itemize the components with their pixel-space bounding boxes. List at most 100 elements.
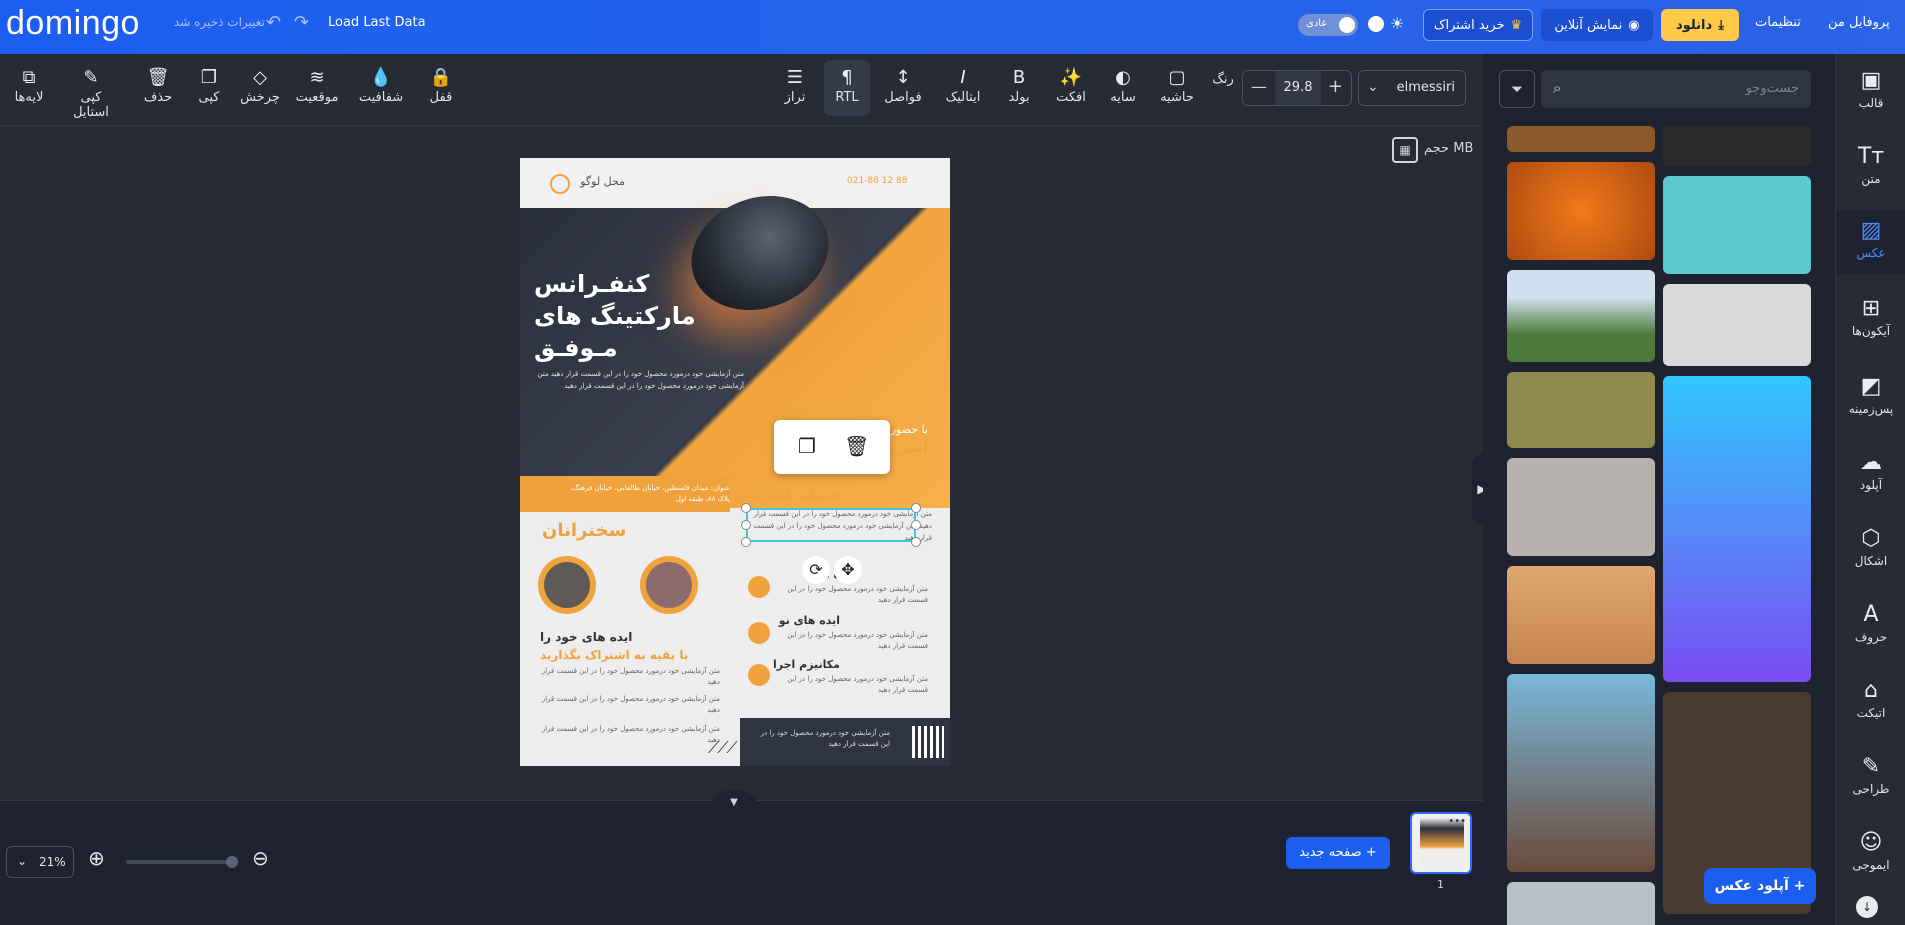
photo-thumbnail[interactable] — [1663, 376, 1811, 682]
poster-speaker-name[interactable]: امیر ع — [886, 440, 928, 456]
photo-thumbnail[interactable] — [1507, 566, 1655, 664]
poster-bullet[interactable]: متن آزمایشی خود درمورد محصول خود را در ا… — [540, 694, 720, 716]
photo-thumbnail[interactable] — [1507, 674, 1655, 872]
sidebar-scroll-down-icon[interactable]: ↓ — [1856, 896, 1878, 918]
poster-ideas-title[interactable]: ایده های خود را — [540, 630, 632, 644]
sidebar-item-shapes[interactable]: ⬡ اشکال — [1836, 524, 1905, 568]
collapse-pages-icon[interactable]: ▼ — [712, 790, 756, 812]
feature-title[interactable]: مکانیزم اجرا — [773, 658, 840, 671]
calculator-icon[interactable]: ▦ — [1392, 137, 1418, 163]
new-page-button[interactable]: صفحه جدید + — [1286, 837, 1390, 869]
poster-services-title[interactable]: خدمات کنفرانس — [735, 488, 840, 503]
tool-copy-style[interactable]: ✎ کپی استایل — [62, 66, 120, 120]
sidebar-item-letters[interactable]: A حروف — [1836, 600, 1905, 644]
tool-italic[interactable]: I ایتالیک — [940, 66, 986, 105]
app-logo[interactable]: domingo — [6, 4, 140, 43]
profile-link[interactable]: پروفایل من — [1828, 15, 1890, 30]
zoom-slider[interactable] — [126, 856, 238, 868]
redo-icon[interactable]: ↷ — [294, 12, 309, 33]
resize-handle[interactable] — [741, 537, 751, 547]
resize-handle[interactable] — [741, 520, 751, 530]
buy-subscription-button[interactable]: خرید اشتراک ♛ — [1423, 9, 1533, 41]
tool-position[interactable]: ≋ موقعیت — [294, 66, 340, 105]
speaker-photo[interactable] — [538, 556, 596, 614]
photo-thumbnail[interactable] — [1507, 882, 1655, 925]
tool-copy[interactable]: ❐ کپی — [186, 66, 232, 105]
poster-speakers-title[interactable]: سخنرانان — [542, 520, 626, 541]
photo-thumbnail[interactable] — [1663, 176, 1811, 274]
sidebar-item-sticker[interactable]: ⌂ اتیکت — [1836, 676, 1905, 720]
sidebar-item-text[interactable]: Tт متن — [1836, 142, 1905, 186]
poster-address[interactable]: عنوان: میدان فلسطین، خیابان طالقانی، خیا… — [558, 483, 730, 505]
feature-text[interactable]: متن آزمایشی خود درمورد محصول خود را در ا… — [778, 674, 928, 696]
page-thumbnail[interactable]: ••• — [1410, 812, 1472, 874]
increase-icon[interactable]: + — [1328, 76, 1343, 97]
poster-logo-text[interactable]: محل لوگو — [580, 175, 625, 188]
selection-box[interactable] — [746, 508, 916, 542]
tool-align[interactable]: ☰ تراز — [772, 66, 818, 105]
poster-with-label[interactable]: با حضور — [891, 423, 928, 436]
poster-join-title[interactable]: با بقیه به اشتراک بگذارید — [540, 648, 688, 662]
photo-thumbnail[interactable] — [1507, 126, 1655, 152]
tool-shadow[interactable]: ◐ سایه — [1100, 66, 1146, 105]
feature-text[interactable]: متن آزمایشی خود درمورد محصول خود را در ا… — [778, 630, 928, 652]
sidebar-item-background[interactable]: ◩ پس‌زمینه — [1836, 372, 1905, 416]
poster-phone[interactable]: 021-88 12 88 — [847, 176, 908, 186]
qr-code[interactable] — [912, 726, 944, 758]
poster-bullet[interactable]: متن آزمایشی خود درمورد محصول خود را در ا… — [540, 724, 720, 746]
resize-handle[interactable] — [911, 537, 921, 547]
sidebar-item-draw[interactable]: ✎ طراحی — [1836, 752, 1905, 796]
sidebar-item-icons[interactable]: ⊞ آیکون‌ها — [1836, 294, 1905, 338]
search-input[interactable]: ⌕ جست‌وجو — [1541, 70, 1811, 108]
tool-rotate[interactable]: ◇ چرخش — [237, 66, 283, 105]
photo-thumbnail[interactable] — [1507, 270, 1655, 362]
font-size-stepper[interactable]: — 29.8 + — [1242, 70, 1352, 106]
tool-border[interactable]: ▢ حاشیه — [1154, 66, 1200, 105]
tool-layers[interactable]: ⧉ لایه‌ها — [6, 66, 52, 105]
poster-title[interactable]: کنفـرانس مارکتینگ های مـوفـق — [534, 268, 734, 364]
font-family-select[interactable]: ⌄ elmessiri — [1358, 70, 1466, 106]
upload-photo-button[interactable]: آپلود عکس + — [1704, 868, 1816, 904]
settings-link[interactable]: تنظیمات — [1755, 15, 1801, 30]
sidebar-item-emoji[interactable]: ☺ ایموجی — [1836, 828, 1905, 872]
font-size-value[interactable]: 29.8 — [1275, 71, 1321, 105]
filter-icon[interactable]: ⏷ — [1499, 70, 1535, 108]
zoom-slider-thumb[interactable] — [226, 856, 238, 868]
tool-opacity[interactable]: 💧 شفافیت — [358, 66, 404, 105]
sidebar-item-template[interactable]: ▣ قالب — [1836, 66, 1905, 110]
tool-lock[interactable]: 🔒 قفل — [418, 66, 464, 105]
sidebar-item-upload[interactable]: ☁ آپلود — [1836, 448, 1905, 492]
tool-effect[interactable]: ✨ افکت — [1048, 66, 1094, 105]
photo-thumbnail[interactable] — [1507, 162, 1655, 260]
load-last-data-link[interactable]: Load Last Data — [328, 15, 426, 30]
resize-handle[interactable] — [911, 520, 921, 530]
tool-color[interactable]: رنگ — [1200, 72, 1246, 87]
poster-description[interactable]: متن آزمایشی خود درمورد محصول خود را در ا… — [534, 368, 744, 392]
feature-text[interactable]: متن آزمایشی خود درمورد محصول خود را در ا… — [778, 584, 928, 606]
tool-rtl[interactable]: ¶ RTL — [824, 60, 870, 116]
resize-handle[interactable] — [911, 503, 921, 513]
trash-icon[interactable]: 🗑 — [844, 434, 869, 458]
photo-thumbnail[interactable] — [1663, 284, 1811, 366]
tool-delete[interactable]: 🗑 حذف — [135, 66, 181, 105]
more-options-icon[interactable]: ••• — [1448, 816, 1466, 827]
zoom-in-icon[interactable]: ⊕ — [88, 846, 105, 870]
zoom-select[interactable]: ⌄ 21% — [6, 846, 74, 878]
sidebar-item-photo[interactable]: ▨ عکس — [1836, 210, 1905, 274]
moon-icon[interactable] — [1368, 16, 1384, 32]
download-button[interactable]: دانلود ⤓ — [1661, 9, 1739, 41]
sun-icon[interactable]: ☀ — [1390, 14, 1404, 33]
online-preview-button[interactable]: نمایش آنلاین ◉ — [1541, 9, 1653, 41]
move-handle-icon[interactable]: ✥ — [834, 556, 862, 584]
resize-handle[interactable] — [741, 503, 751, 513]
decrease-icon[interactable]: — — [1251, 77, 1267, 96]
photo-thumbnail[interactable] — [1507, 458, 1655, 556]
tool-bold[interactable]: B بولد — [996, 66, 1042, 105]
zoom-out-icon[interactable]: ⊖ — [252, 846, 269, 870]
theme-mode-toggle[interactable]: عادی — [1298, 14, 1358, 36]
speaker-photo[interactable] — [640, 556, 698, 614]
duplicate-icon[interactable]: ❐ — [798, 434, 816, 458]
tool-spacing[interactable]: ↕ فواصل — [880, 66, 926, 105]
photo-thumbnail[interactable] — [1507, 372, 1655, 448]
poster-footer-text[interactable]: متن آزمایشی خود درمورد محصول خود را در ا… — [750, 728, 890, 750]
